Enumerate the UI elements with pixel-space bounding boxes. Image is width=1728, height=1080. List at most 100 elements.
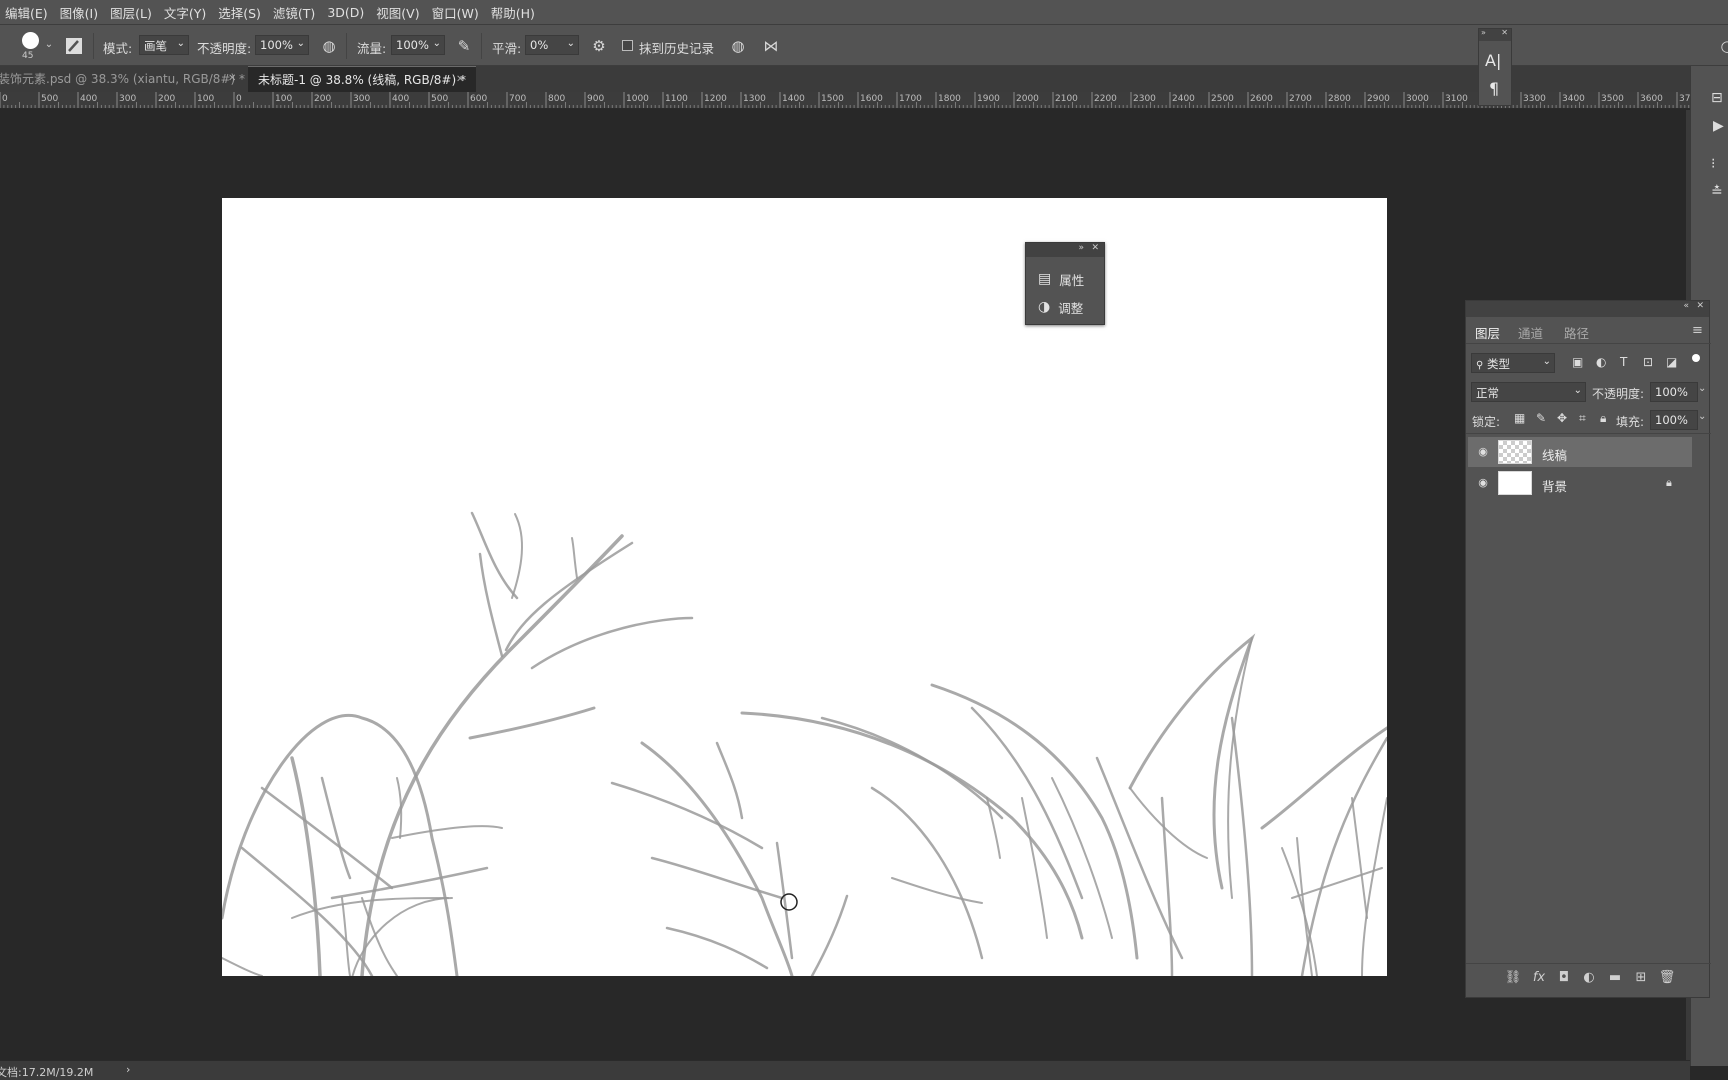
adjustments-button[interactable]: ◑ 调整 [1038, 297, 1083, 317]
collapse-icon[interactable]: « [1683, 301, 1689, 311]
menu-item[interactable]: 帮助(H) [486, 3, 542, 22]
paragraph-panel-icon[interactable]: ¶ [1489, 79, 1499, 98]
menu-item[interactable]: 选择(S) [213, 3, 268, 22]
flow-input[interactable]: 100% ⌄ [391, 35, 445, 55]
brush-settings-panel-icon[interactable] [65, 37, 83, 55]
filter-type-icon[interactable]: T [1620, 355, 1627, 369]
lock-artboard-icon[interactable]: ⌗ [1579, 411, 1586, 426]
link-layers-icon[interactable]: ⛓ [1504, 969, 1522, 987]
lock-transparent-icon[interactable]: ▦ [1514, 411, 1525, 425]
new-adjustment-layer-icon[interactable]: ◐ [1580, 969, 1598, 987]
document-canvas[interactable] [222, 198, 1387, 976]
layer-row-lineart[interactable]: ◉ 线稿 [1468, 437, 1692, 467]
chevron-down-icon[interactable]: ⌄ [1698, 383, 1706, 394]
status-menu-arrow-icon[interactable]: › [126, 1063, 130, 1076]
tab-paths[interactable]: 路径 [1564, 323, 1589, 342]
filter-adjustment-icon[interactable]: ◐ [1596, 355, 1606, 369]
layer-filter-select[interactable]: ⚲ 类型 ⌄ [1471, 353, 1555, 373]
lock-all-icon[interactable]: 🔒︎ [1600, 411, 1606, 426]
layer-opacity-input[interactable]: 100% [1650, 382, 1698, 402]
menu-item[interactable]: 图层(L) [105, 3, 159, 22]
fill-input[interactable]: 100% [1650, 410, 1698, 430]
ruler-tick-label: 2000 [1016, 94, 1039, 104]
ruler-tick-label: 900 [587, 94, 604, 104]
mode-select[interactable]: 画笔 ⌄ [139, 35, 189, 55]
smoothing-settings-gear-icon[interactable]: ⚙ [590, 37, 608, 55]
close-icon[interactable]: ✕ [456, 67, 464, 93]
ruler-tick-label: 1200 [704, 94, 727, 104]
menu-item[interactable]: 图像(I) [55, 3, 105, 22]
pressure-opacity-icon[interactable]: ◍ [320, 37, 338, 55]
layer-row-background[interactable]: ◉ 背景 🔒︎ [1468, 468, 1692, 498]
symmetry-butterfly-icon[interactable]: ⋈ [762, 37, 780, 55]
menu-item[interactable]: 文字(Y) [159, 3, 213, 22]
fill-value: 100% [1655, 413, 1688, 427]
brush-preset-caret-icon[interactable]: ⌄ [41, 35, 57, 55]
ruler-tick-label: 2500 [1211, 94, 1234, 104]
tab-channels[interactable]: 通道 [1518, 323, 1543, 342]
search-icon[interactable]: ○ [1718, 37, 1728, 55]
adjust-sliders-icon[interactable]: ≛ [1711, 184, 1723, 200]
actions-play-icon[interactable]: ▶ [1713, 118, 1724, 134]
filter-smart-object-icon[interactable]: ◪ [1666, 355, 1677, 369]
new-layer-icon[interactable]: ⊞ [1632, 969, 1650, 987]
tab-decor-elements[interactable]: 装饰元素.psd @ 38.3% (xiantu, RGB/8#) * ✕ [0, 66, 245, 92]
panel-header[interactable]: « ✕ [1466, 301, 1709, 317]
panel-header[interactable]: » ✕ [1026, 243, 1104, 257]
character-paragraph-panel: » ✕ A| ¶ [1478, 28, 1512, 106]
lock-position-icon[interactable]: ✥ [1557, 411, 1567, 425]
visibility-eye-icon[interactable]: ◉ [1476, 445, 1490, 459]
document-tabs: 装饰元素.psd @ 38.3% (xiantu, RGB/8#) * ✕ 未标… [0, 66, 1690, 92]
airbrush-icon[interactable]: ✎ [455, 37, 473, 55]
ruler-tick-label: 2600 [1250, 94, 1273, 104]
ruler-tick-label: 3700 [1679, 94, 1690, 104]
visibility-eye-icon[interactable]: ◉ [1476, 476, 1490, 490]
blend-mode-select[interactable]: 正常 ⌄ [1471, 382, 1586, 402]
close-icon[interactable]: ✕ [228, 66, 236, 92]
search-icon: ⚲ [1476, 360, 1484, 371]
character-panel-icon[interactable]: A| [1485, 51, 1501, 70]
ruler-tick-label: 1500 [821, 94, 844, 104]
layer-name[interactable]: 背景 [1542, 476, 1567, 495]
ruler-tick-label: 200 [314, 94, 331, 104]
new-group-folder-icon[interactable]: ▬ [1606, 969, 1624, 987]
layer-style-fx-icon[interactable]: fx [1530, 969, 1548, 987]
erase-history-checkbox[interactable] [622, 40, 633, 51]
smoothing-input[interactable]: 0% ⌄ [525, 35, 579, 55]
close-icon[interactable]: ✕ [1091, 243, 1099, 253]
menu-item[interactable]: 视图(V) [371, 3, 426, 22]
menu-item[interactable]: 3D(D) [322, 5, 371, 20]
delete-layer-trash-icon[interactable]: 🗑︎ [1658, 969, 1676, 987]
menu-item[interactable]: 编辑(E) [0, 3, 55, 22]
ruler-tick-label: 700 [509, 94, 526, 104]
properties-button[interactable]: ▤ 属性 [1038, 269, 1084, 289]
panel-header[interactable]: » ✕ [1479, 28, 1511, 41]
close-icon[interactable]: ✕ [1501, 28, 1508, 37]
collapse-icon[interactable]: » [1078, 243, 1084, 253]
add-mask-icon[interactable]: ◘ [1555, 969, 1573, 987]
ruler-tick-label: 2400 [1172, 94, 1195, 104]
pressure-size-icon[interactable]: ◍ [729, 37, 747, 55]
ruler-tick-label: 2200 [1094, 94, 1117, 104]
filter-pixel-icon[interactable]: ▣ [1572, 355, 1583, 369]
collapse-icon[interactable]: » [1481, 28, 1486, 37]
filter-toggle-icon[interactable] [1692, 354, 1700, 362]
close-icon[interactable]: ✕ [1696, 301, 1704, 311]
brush-settings-icon[interactable]: ⁝ [1711, 156, 1715, 172]
lock-icon[interactable]: 🔒︎ [1666, 476, 1672, 490]
opacity-input[interactable]: 100% ⌄ [255, 35, 309, 55]
chevron-down-icon[interactable]: ⌄ [1698, 411, 1706, 422]
filter-shape-icon[interactable]: ⊡ [1643, 355, 1653, 369]
panel-menu-icon[interactable]: ≡ [1692, 323, 1703, 338]
tab-untitled-1[interactable]: 未标题-1 @ 38.8% (线稿, RGB/8#) * ✕ [248, 66, 476, 92]
lock-brush-icon[interactable]: ✎ [1536, 411, 1546, 425]
ruler-tick-label: 100 [197, 94, 214, 104]
history-icon[interactable]: ⊟ [1711, 90, 1723, 106]
menu-item[interactable]: 窗口(W) [427, 3, 486, 22]
tab-layers[interactable]: 图层 [1475, 323, 1500, 342]
opacity-value: 100% [260, 38, 293, 52]
layer-name[interactable]: 线稿 [1542, 445, 1567, 464]
ruler-tick-label: 3100 [1445, 94, 1468, 104]
ruler-tick-label: 2300 [1133, 94, 1156, 104]
menu-item[interactable]: 滤镜(T) [268, 3, 322, 22]
